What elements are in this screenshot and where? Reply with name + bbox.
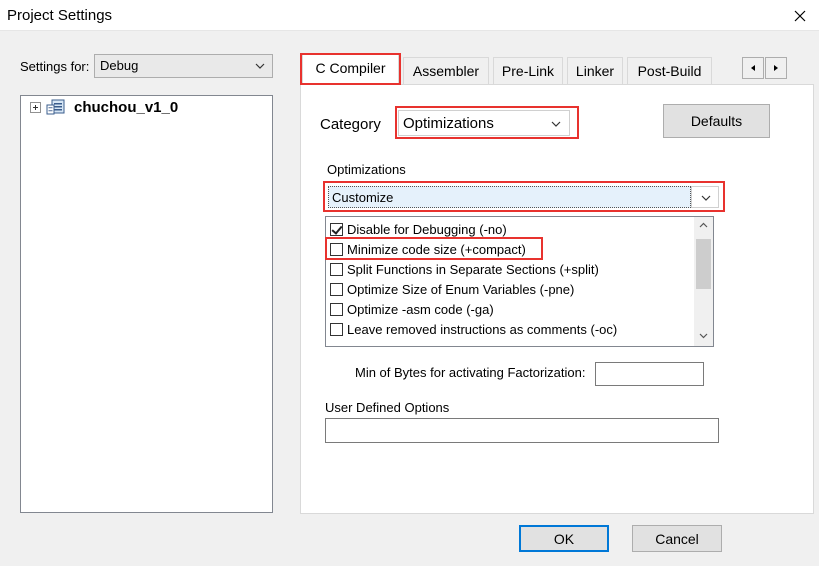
scrollbar-thumb[interactable]	[696, 239, 711, 289]
tab-pre-link[interactable]: Pre-Link	[493, 57, 563, 84]
window-title: Project Settings	[7, 7, 113, 24]
tab-scroll-left[interactable]	[742, 57, 764, 79]
category-value: Optimizations	[403, 115, 494, 132]
tree-expand-toggle[interactable]	[30, 102, 41, 113]
option-optimize-enum[interactable]: Optimize Size of Enum Variables (-pne)	[330, 279, 574, 299]
min-bytes-input[interactable]	[595, 362, 704, 386]
category-select[interactable]: Optimizations	[398, 110, 570, 136]
tab-label: Post-Build	[637, 63, 702, 79]
ok-label: OK	[553, 530, 575, 547]
tab-label: Pre-Link	[501, 63, 555, 79]
triangle-left-icon	[751, 65, 755, 71]
close-button[interactable]	[780, 0, 819, 31]
tab-label: Assembler	[412, 63, 480, 79]
ok-button[interactable]: OK	[519, 525, 609, 552]
chevron-up-icon[interactable]	[699, 221, 708, 230]
optimization-options-list[interactable]: Disable for Debugging (-no) Minimize cod…	[325, 216, 714, 347]
chevron-down-icon	[255, 63, 265, 69]
chevron-down-icon	[701, 195, 711, 201]
tab-label: Linker	[575, 63, 615, 79]
option-split-functions[interactable]: Split Functions in Separate Sections (+s…	[330, 259, 599, 279]
option-label: Disable for Debugging (-no)	[347, 221, 507, 237]
optimizations-label: Optimizations	[327, 162, 406, 177]
project-icon	[46, 99, 65, 115]
title-bar: Project Settings	[0, 0, 819, 31]
optimizations-dropdown-button[interactable]	[691, 186, 719, 208]
defaults-button[interactable]: Defaults	[663, 104, 770, 138]
tree-item-project[interactable]: chuchou_v1_0	[74, 99, 178, 116]
optimizations-value: Customize	[332, 190, 394, 205]
checkbox[interactable]	[330, 282, 343, 296]
close-icon	[794, 10, 805, 21]
category-label: Category	[320, 116, 381, 133]
option-disable-debugging[interactable]: Disable for Debugging (-no)	[330, 219, 507, 239]
project-tree[interactable]: chuchou_v1_0	[20, 95, 273, 513]
tab-label: C Compiler	[315, 60, 386, 76]
cancel-button[interactable]: Cancel	[632, 525, 722, 552]
option-optimize-asm[interactable]: Optimize -asm code (-ga)	[330, 299, 494, 319]
options-scrollbar[interactable]	[694, 217, 713, 346]
tab-linker[interactable]: Linker	[567, 57, 623, 84]
user-defined-input[interactable]	[325, 418, 719, 443]
optimizations-select[interactable]: Customize	[328, 186, 691, 208]
settings-for-value: Debug	[100, 58, 139, 73]
plus-icon	[33, 105, 38, 110]
min-bytes-label: Min of Bytes for activating Factorizatio…	[355, 365, 586, 380]
settings-for-select[interactable]: Debug	[94, 54, 273, 78]
user-defined-label: User Defined Options	[325, 400, 450, 415]
checkbox[interactable]	[330, 242, 343, 256]
checkbox[interactable]	[330, 222, 343, 236]
tab-c-compiler[interactable]: C Compiler	[302, 54, 399, 84]
option-label: Optimize Size of Enum Variables (-pne)	[347, 281, 575, 297]
cancel-label: Cancel	[655, 530, 699, 547]
option-minimize-code-size[interactable]: Minimize code size (+compact)	[330, 239, 526, 259]
option-leave-removed[interactable]: Leave removed instructions as comments (…	[330, 319, 617, 339]
triangle-right-icon	[774, 65, 778, 71]
checkbox[interactable]	[330, 322, 343, 336]
defaults-label: Defaults	[690, 113, 743, 129]
tab-scroll-right[interactable]	[765, 57, 787, 79]
chevron-down-icon[interactable]	[699, 331, 708, 340]
settings-for-label: Settings for:	[20, 59, 90, 74]
chevron-down-icon	[551, 121, 561, 127]
option-label: Split Functions in Separate Sections (+s…	[347, 261, 599, 277]
checkbox[interactable]	[330, 262, 343, 276]
option-label: Leave removed instructions as comments (…	[347, 321, 618, 337]
option-label: Optimize -asm code (-ga)	[347, 301, 494, 317]
option-label: Minimize code size (+compact)	[347, 241, 526, 257]
tab-post-build[interactable]: Post-Build	[627, 57, 712, 84]
checkbox[interactable]	[330, 302, 343, 316]
tab-assembler[interactable]: Assembler	[403, 57, 489, 84]
